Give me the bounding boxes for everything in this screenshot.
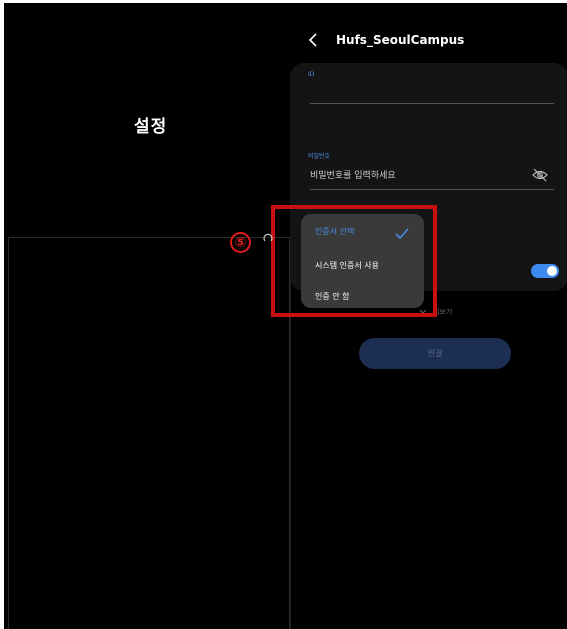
connect-button[interactable]: 연결 bbox=[359, 338, 511, 369]
id-label: ID bbox=[308, 71, 315, 78]
screen: 설정 Hufs_SeoulCampus ID 비밀번호 더보기 연결 bbox=[4, 3, 567, 629]
highlight-box bbox=[271, 205, 437, 317]
id-field[interactable] bbox=[310, 103, 554, 104]
chevron-left-icon[interactable] bbox=[304, 31, 322, 49]
step-marker: ⑤ bbox=[230, 232, 251, 253]
eye-off-icon[interactable] bbox=[532, 167, 548, 182]
password-label: 비밀번호 bbox=[308, 153, 331, 160]
page-title: Hufs_SeoulCampus bbox=[336, 33, 465, 47]
header: Hufs_SeoulCampus bbox=[304, 28, 464, 52]
password-field[interactable] bbox=[310, 167, 530, 185]
left-panel-outline bbox=[8, 237, 290, 629]
toggle-knob bbox=[547, 266, 557, 276]
loading-icon bbox=[263, 228, 273, 242]
password-underline bbox=[310, 189, 554, 190]
settings-title: 설정 bbox=[134, 117, 168, 137]
toggle-switch[interactable] bbox=[531, 264, 559, 278]
